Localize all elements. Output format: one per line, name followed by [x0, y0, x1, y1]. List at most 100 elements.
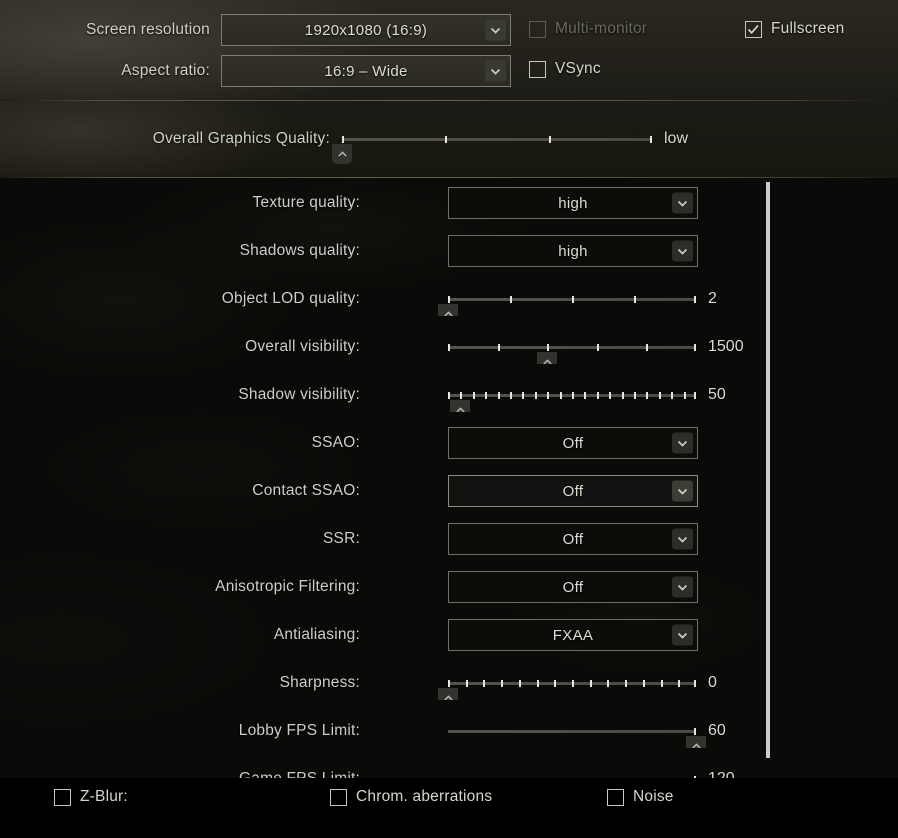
setting-select[interactable]: high [448, 187, 698, 219]
chevron-down-icon[interactable] [485, 19, 506, 41]
setting-row: Contact SSAO: Off [0, 474, 770, 508]
z-blur-checkbox[interactable]: Z-Blur: [54, 788, 128, 806]
slider-tick [683, 391, 686, 399]
setting-row: SSR: Off [0, 522, 770, 556]
checkbox-checked-icon [745, 20, 762, 38]
slider-track[interactable] [448, 391, 696, 399]
setting-slider[interactable]: 2 [438, 283, 717, 316]
setting-select-value: high [558, 242, 588, 260]
settings-scrollbar[interactable] [766, 182, 770, 758]
slider-track[interactable] [448, 679, 696, 687]
aspect-ratio-select[interactable]: 16:9 – Wide [221, 55, 511, 87]
chevron-down-icon[interactable] [672, 192, 693, 214]
setting-row: Anisotropic Filtering: Off [0, 570, 770, 604]
noise-checkbox[interactable]: Noise [607, 788, 674, 806]
setting-select-value: Off [562, 434, 584, 452]
vsync-checkbox[interactable]: VSync [529, 60, 601, 78]
slider-tick [634, 391, 636, 399]
setting-slider[interactable]: 1500 [448, 331, 744, 364]
slider-tick [646, 343, 649, 351]
setting-label: Antialiasing: [273, 626, 360, 643]
screen-resolution-select[interactable]: 1920x1080 (16:9) [221, 14, 511, 46]
slider-track[interactable] [448, 343, 696, 351]
slider-tick [642, 679, 645, 687]
slider-tick [584, 391, 587, 399]
chevron-down-icon[interactable] [672, 576, 693, 598]
setting-slider[interactable]: 0 [438, 667, 717, 700]
chevron-down-icon[interactable] [672, 528, 693, 550]
slider-tick [465, 679, 468, 687]
setting-label: Overall visibility: [245, 338, 360, 355]
setting-select-value: Off [562, 578, 584, 596]
chevron-down-icon[interactable] [672, 624, 693, 646]
slider-tick [625, 679, 628, 687]
slider-track[interactable] [448, 727, 696, 735]
vsync-label: VSync [555, 60, 601, 77]
setting-select-value: FXAA [552, 626, 594, 644]
setting-label: Lobby FPS Limit: [238, 722, 360, 739]
setting-select[interactable]: Off [448, 427, 698, 459]
overall-graphics-quality-slider[interactable]: low [332, 123, 688, 164]
checkbox-box-icon [529, 20, 546, 38]
slider-tick [694, 295, 696, 303]
slider-handle[interactable] [450, 400, 471, 412]
setting-slider-value: 2 [708, 290, 717, 307]
setting-label: SSAO: [311, 434, 360, 451]
setting-row: Overall visibility: 1500 [0, 330, 770, 364]
slider-tick [448, 679, 450, 687]
setting-row: Sharpness: 0 [0, 666, 770, 700]
slider-tick [694, 391, 696, 399]
chevron-down-icon[interactable] [485, 60, 506, 82]
setting-label: Sharpness: [279, 674, 360, 691]
slider-tick [694, 679, 696, 687]
chevron-down-icon[interactable] [672, 240, 693, 262]
setting-select[interactable]: Off [448, 523, 698, 555]
slider-handle[interactable] [332, 144, 352, 164]
chevron-down-icon[interactable] [672, 480, 693, 502]
overall-graphics-quality-label: Overall Graphics Quality: [152, 130, 330, 147]
chevron-down-icon[interactable] [672, 432, 693, 454]
setting-slider-value: 50 [708, 386, 726, 403]
slider-tick [572, 679, 574, 687]
header-divider-bottom [0, 177, 898, 178]
setting-slider-value: 60 [708, 722, 726, 739]
chromatic-aberrations-label: Chrom. aberrations [356, 788, 493, 805]
setting-select-value: Off [562, 530, 584, 548]
setting-label: Texture quality: [252, 194, 360, 211]
setting-select[interactable]: Off [448, 571, 698, 603]
slider-tick [472, 391, 475, 399]
slider-handle[interactable] [438, 688, 458, 700]
slider-tick [671, 391, 674, 399]
setting-label: Contact SSAO: [252, 482, 360, 499]
multi-monitor-checkbox[interactable]: Multi-monitor [529, 20, 647, 38]
slider-tick [547, 391, 550, 399]
slider-handle[interactable] [438, 304, 458, 316]
setting-label: Object LOD quality: [221, 290, 360, 307]
slider-tick [548, 135, 551, 143]
slider-tick [646, 391, 649, 399]
slider-tick [497, 391, 500, 399]
fullscreen-label: Fullscreen [771, 20, 845, 37]
slider-tick [518, 679, 521, 687]
slider-tick [660, 679, 663, 687]
slider-tick [536, 679, 539, 687]
setting-select[interactable]: high [448, 235, 698, 267]
setting-row: Shadows quality: high [0, 234, 770, 268]
slider-track[interactable] [342, 135, 652, 143]
multi-monitor-label: Multi-monitor [555, 20, 648, 37]
checkbox-box-icon [54, 788, 71, 806]
setting-slider[interactable]: 60 [448, 715, 726, 748]
setting-select[interactable]: Off [448, 475, 698, 507]
setting-label: Anisotropic Filtering: [215, 578, 360, 595]
slider-handle[interactable] [537, 352, 558, 364]
slider-handle[interactable] [686, 736, 706, 748]
setting-slider[interactable]: 50 [448, 379, 726, 412]
slider-tick [559, 391, 562, 399]
slider-tick [448, 295, 450, 303]
setting-select[interactable]: FXAA [448, 619, 698, 651]
setting-row: SSAO: Off [0, 426, 770, 460]
effects-footer-bar [0, 778, 898, 838]
fullscreen-checkbox[interactable]: Fullscreen [745, 20, 845, 38]
chromatic-aberrations-checkbox[interactable]: Chrom. aberrations [330, 788, 492, 806]
slider-track[interactable] [448, 295, 696, 303]
